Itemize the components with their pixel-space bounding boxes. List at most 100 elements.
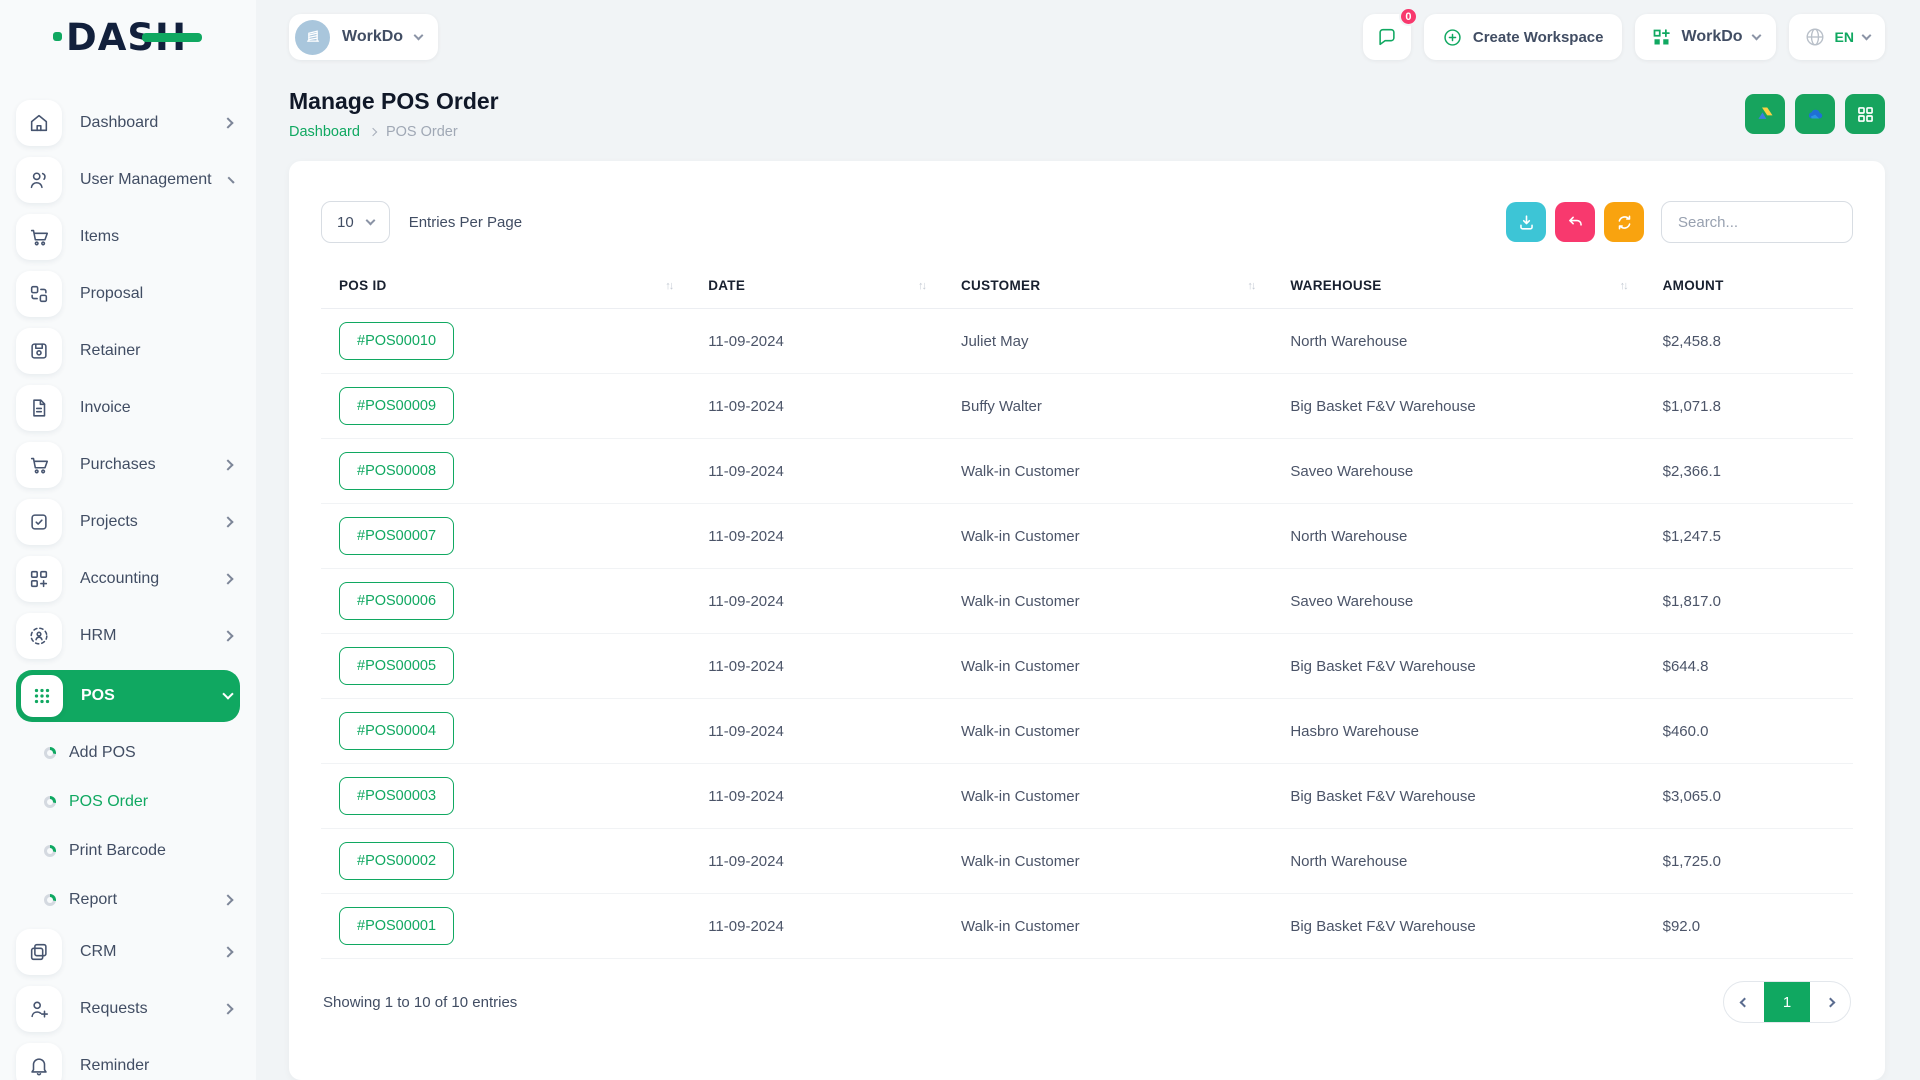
warehouse-cell: Big Basket F&V Warehouse bbox=[1272, 894, 1644, 959]
current-page-button[interactable]: 1 bbox=[1764, 981, 1810, 1023]
pagination: 1 bbox=[1723, 981, 1851, 1023]
date-cell: 11-09-2024 bbox=[690, 439, 943, 504]
sidebar-item-hrm[interactable]: HRM bbox=[16, 613, 240, 659]
date-cell: 11-09-2024 bbox=[690, 699, 943, 764]
next-page-button[interactable] bbox=[1810, 981, 1850, 1023]
customer-cell: Walk-in Customer bbox=[943, 829, 1272, 894]
date-cell: 11-09-2024 bbox=[690, 634, 943, 699]
pos-id-link[interactable]: #POS00006 bbox=[339, 582, 454, 620]
breadcrumb-current: POS Order bbox=[386, 124, 458, 140]
table-row: #POS00007 11-09-2024 Walk-in Customer No… bbox=[321, 504, 1853, 569]
brand-logo[interactable]: DASH bbox=[0, 0, 256, 74]
home-icon bbox=[16, 100, 62, 146]
chevron-right-icon bbox=[369, 128, 377, 136]
google-drive-button[interactable] bbox=[1745, 94, 1785, 134]
column-header-pos-id[interactable]: POS ID↑↓ bbox=[321, 278, 690, 309]
sidebar-item-proposal[interactable]: Proposal bbox=[16, 271, 240, 317]
sidebar-item-requests[interactable]: Requests bbox=[16, 986, 240, 1032]
sidebar-item-crm[interactable]: CRM bbox=[16, 929, 240, 975]
create-workspace-button[interactable]: Create Workspace bbox=[1424, 14, 1622, 60]
grid-plus-icon bbox=[16, 556, 62, 602]
sort-icon[interactable]: ↑↓ bbox=[918, 280, 925, 292]
chevron-down-icon bbox=[1751, 31, 1761, 41]
bullet-icon bbox=[44, 747, 56, 759]
app-switcher[interactable]: WorkDo bbox=[1635, 14, 1776, 60]
sidebar-item-projects[interactable]: Projects bbox=[16, 499, 240, 545]
sidebar-item-retainer[interactable]: Retainer bbox=[16, 328, 240, 374]
sidebar-item-invoice[interactable]: Invoice bbox=[16, 385, 240, 431]
sidebar-subitem-report[interactable]: Report bbox=[0, 880, 240, 920]
amount-cell: $92.0 bbox=[1645, 894, 1853, 959]
breadcrumb-dashboard-link[interactable]: Dashboard bbox=[289, 124, 360, 140]
topbar: WorkDo 0 Create Workspace WorkDo EN bbox=[289, 0, 1885, 74]
chevron-right-icon bbox=[1825, 997, 1835, 1007]
column-header-customer[interactable]: CUSTOMER↑↓ bbox=[943, 278, 1272, 309]
amount-cell: $1,817.0 bbox=[1645, 569, 1853, 634]
sort-icon[interactable]: ↑↓ bbox=[1620, 280, 1627, 292]
amount-cell: $3,065.0 bbox=[1645, 764, 1853, 829]
warehouse-cell: Big Basket F&V Warehouse bbox=[1272, 374, 1644, 439]
export-button[interactable] bbox=[1506, 202, 1546, 242]
table-row: #POS00006 11-09-2024 Walk-in Customer Sa… bbox=[321, 569, 1853, 634]
pos-id-link[interactable]: #POS00003 bbox=[339, 777, 454, 815]
column-header-amount[interactable]: AMOUNT bbox=[1645, 278, 1853, 309]
sidebar-item-accounting[interactable]: Accounting bbox=[16, 556, 240, 602]
user-plus-icon bbox=[16, 986, 62, 1032]
pos-id-link[interactable]: #POS00004 bbox=[339, 712, 454, 750]
page-title: Manage POS Order bbox=[289, 88, 499, 115]
sort-icon[interactable]: ↑↓ bbox=[665, 280, 672, 292]
grid-icon bbox=[1855, 104, 1876, 125]
pos-id-link[interactable]: #POS00001 bbox=[339, 907, 454, 945]
chevron-right-icon bbox=[222, 117, 233, 128]
entries-per-page-label: Entries Per Page bbox=[409, 214, 522, 231]
sidebar-item-items[interactable]: Items bbox=[16, 214, 240, 260]
pos-id-link[interactable]: #POS00005 bbox=[339, 647, 454, 685]
onedrive-button[interactable] bbox=[1795, 94, 1835, 134]
sort-icon[interactable]: ↑↓ bbox=[1247, 280, 1254, 292]
grid-view-button[interactable] bbox=[1845, 94, 1885, 134]
chevron-right-icon bbox=[222, 516, 233, 527]
warehouse-cell: North Warehouse bbox=[1272, 829, 1644, 894]
table-row: #POS00003 11-09-2024 Walk-in Customer Bi… bbox=[321, 764, 1853, 829]
sidebar-item-dashboard[interactable]: Dashboard bbox=[16, 100, 240, 146]
pos-id-link[interactable]: #POS00010 bbox=[339, 322, 454, 360]
google-drive-icon bbox=[1755, 104, 1776, 125]
messages-badge: 0 bbox=[1399, 7, 1418, 26]
chevron-right-icon bbox=[227, 176, 234, 183]
chevron-right-icon bbox=[222, 573, 233, 584]
sidebar-item-user-management[interactable]: User Management bbox=[16, 157, 240, 203]
breadcrumb: Dashboard POS Order bbox=[289, 124, 499, 140]
chevron-left-icon bbox=[1739, 997, 1749, 1007]
language-selector[interactable]: EN bbox=[1789, 14, 1885, 60]
column-header-date[interactable]: DATE↑↓ bbox=[690, 278, 943, 309]
refresh-button[interactable] bbox=[1604, 202, 1644, 242]
pos-id-link[interactable]: #POS00007 bbox=[339, 517, 454, 555]
bullet-icon bbox=[44, 796, 56, 808]
pos-id-link[interactable]: #POS00008 bbox=[339, 452, 454, 490]
warehouse-cell: North Warehouse bbox=[1272, 504, 1644, 569]
previous-page-button[interactable] bbox=[1724, 981, 1764, 1023]
column-header-warehouse[interactable]: WAREHOUSE↑↓ bbox=[1272, 278, 1644, 309]
amount-cell: $1,247.5 bbox=[1645, 504, 1853, 569]
sidebar-item-pos[interactable]: POS bbox=[16, 670, 240, 722]
search-input[interactable] bbox=[1661, 201, 1853, 243]
sidebar-item-reminder[interactable]: Reminder bbox=[16, 1043, 240, 1080]
sidebar-subitem-add-pos[interactable]: Add POS bbox=[0, 733, 240, 773]
customer-cell: Juliet May bbox=[943, 309, 1272, 374]
save-icon bbox=[16, 328, 62, 374]
sidebar-item-purchases[interactable]: Purchases bbox=[16, 442, 240, 488]
reset-button[interactable] bbox=[1555, 202, 1595, 242]
chevron-down-icon bbox=[414, 31, 424, 41]
customer-cell: Walk-in Customer bbox=[943, 699, 1272, 764]
pos-id-link[interactable]: #POS00009 bbox=[339, 387, 454, 425]
customer-cell: Walk-in Customer bbox=[943, 504, 1272, 569]
messages-button[interactable]: 0 bbox=[1363, 14, 1411, 60]
chevron-right-icon bbox=[222, 630, 233, 641]
amount-cell: $1,725.0 bbox=[1645, 829, 1853, 894]
workspace-selector[interactable]: WorkDo bbox=[289, 14, 438, 60]
pos-id-link[interactable]: #POS00002 bbox=[339, 842, 454, 880]
sidebar-subitem-print-barcode[interactable]: Print Barcode bbox=[0, 831, 240, 871]
sidebar-subitem-pos-order[interactable]: POS Order bbox=[0, 782, 240, 822]
entries-per-page-select[interactable]: 10 bbox=[321, 201, 390, 243]
amount-cell: $460.0 bbox=[1645, 699, 1853, 764]
